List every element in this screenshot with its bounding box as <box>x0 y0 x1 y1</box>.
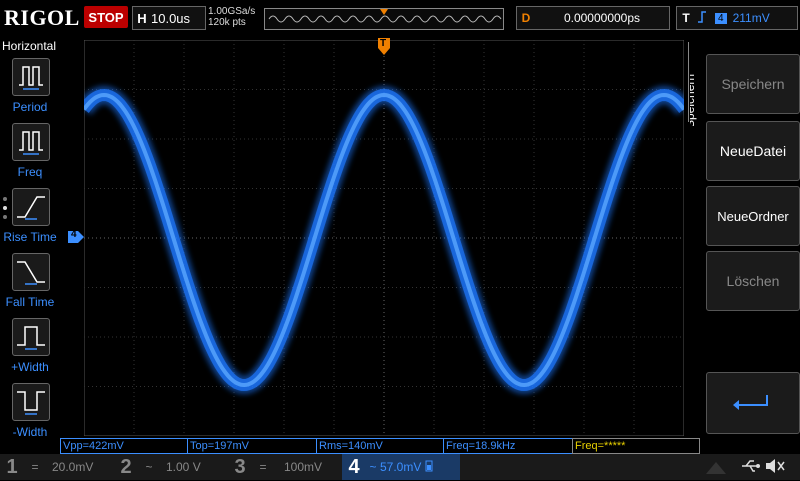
frequency-label: Freq <box>17 165 43 179</box>
channel-2-number: 2 <box>120 455 132 478</box>
new-file-button[interactable]: NeueDatei <box>706 121 800 181</box>
negative-width-label: -Width <box>12 425 48 439</box>
delay-box[interactable]: D 0.00000000ps <box>516 6 670 30</box>
memory-overview-strip <box>264 8 504 30</box>
frequency-icon <box>12 123 50 161</box>
save-label: Speichern <box>721 76 785 92</box>
trigger-box[interactable]: T 4 211mV <box>676 6 798 30</box>
trigger-label: T <box>682 11 690 25</box>
memory-depth: 120k pts <box>208 17 246 28</box>
enter-icon <box>733 395 768 410</box>
waveform-display[interactable] <box>76 39 692 437</box>
measurement-top: Top=197mV <box>187 438 317 454</box>
measure-fall-time-button[interactable]: Fall Time <box>0 251 60 313</box>
rising-edge-icon <box>695 10 709 27</box>
positive-width-icon <box>12 318 50 356</box>
fall-time-label: Fall Time <box>5 295 55 309</box>
brand-logo: RIGOL <box>4 5 80 30</box>
measurement-frequency-secondary: Freq=***** <box>572 438 700 454</box>
positive-width-label: +Width <box>11 360 49 374</box>
fall-time-icon <box>12 253 50 291</box>
channel-1-scale: 20.0mV <box>52 460 94 474</box>
channel-3-scale: 100mV <box>284 460 323 474</box>
trigger-position-letter: T <box>380 38 387 49</box>
trigger-channel-badge: 4 <box>715 12 727 24</box>
waveform-grid <box>76 39 692 437</box>
period-label: Period <box>12 100 48 114</box>
channel-1-status[interactable]: 1 = 20.0mV <box>0 454 112 480</box>
measurement-rms: Rms=140mV <box>316 438 444 454</box>
channel-4-offset-label: 4 <box>71 229 77 240</box>
menu-scroll-indicator <box>2 196 8 231</box>
measure-rise-time-button[interactable]: Rise Time <box>0 186 60 248</box>
speichern-tab: Speichern <box>683 42 704 128</box>
timebase-value: 10.0us <box>151 10 191 26</box>
timebase-label: H <box>137 10 147 26</box>
measurement-vpp: Vpp=422mV <box>60 438 188 454</box>
channel-2-status[interactable]: 2 ~ 1.00 V <box>114 454 226 480</box>
channel-3-number: 3 <box>234 455 246 478</box>
measurement-frequency: Freq=18.9kHz <box>443 438 573 454</box>
new-file-label: NeueDatei <box>719 143 787 159</box>
memory-waveform-preview <box>268 9 502 23</box>
channel-4-number: 4 <box>348 455 360 478</box>
sample-rate: 1.00GSa/s <box>208 6 256 17</box>
negative-width-icon <box>12 383 50 421</box>
new-folder-button[interactable]: NeueOrdner <box>706 186 800 246</box>
delete-button[interactable]: Löschen <box>706 251 800 311</box>
run-stop-status[interactable]: STOP <box>84 6 128 28</box>
measure-period-button[interactable]: Period <box>0 56 60 118</box>
delay-value: 0.00000000ps <box>563 11 641 25</box>
measure-positive-width-button[interactable]: +Width <box>0 316 60 378</box>
channel-3-status[interactable]: 3 = 100mV <box>228 454 340 480</box>
rise-time-icon <box>12 188 50 226</box>
tab-divider <box>688 42 689 122</box>
channel-2-coupling: ~ <box>145 460 153 474</box>
channel-4-coupling: ~ <box>369 460 377 474</box>
usb-icon <box>740 458 760 479</box>
play-arrow-icon <box>704 456 728 481</box>
battery-icon <box>425 460 433 475</box>
channel-4-status[interactable]: 4 ~ 57.0mV <box>342 454 460 480</box>
channel-1-number: 1 <box>6 455 18 478</box>
period-icon <box>12 58 50 96</box>
channel-1-coupling: = <box>31 460 39 474</box>
channel-3-coupling: = <box>259 460 267 474</box>
trigger-level: 211mV <box>732 11 770 25</box>
acquisition-info: 1.00GSa/s 120k pts <box>208 6 255 28</box>
svg-text:Speichern: Speichern <box>690 74 697 126</box>
save-button[interactable]: Speichern <box>706 54 800 114</box>
channel-4-offset-marker[interactable]: 4 <box>68 229 84 248</box>
sound-muted-icon[interactable] <box>764 456 786 481</box>
trigger-position-indicator: T <box>377 38 391 61</box>
measure-negative-width-button[interactable]: -Width <box>0 381 60 443</box>
delay-label: D <box>521 11 531 25</box>
channel-4-scale: 57.0mV <box>380 460 422 474</box>
new-folder-label: NeueOrdner <box>717 208 789 224</box>
measure-frequency-button[interactable]: Freq <box>0 121 60 183</box>
panel-title: Horizontal <box>2 39 57 53</box>
delete-label: Löschen <box>726 273 780 289</box>
timebase-box[interactable]: H 10.0us <box>132 6 206 30</box>
rise-time-label: Rise Time <box>3 230 57 244</box>
enter-button[interactable] <box>706 372 800 434</box>
channel-2-scale: 1.00 V <box>166 460 201 474</box>
trigger-position-marker <box>380 9 388 15</box>
